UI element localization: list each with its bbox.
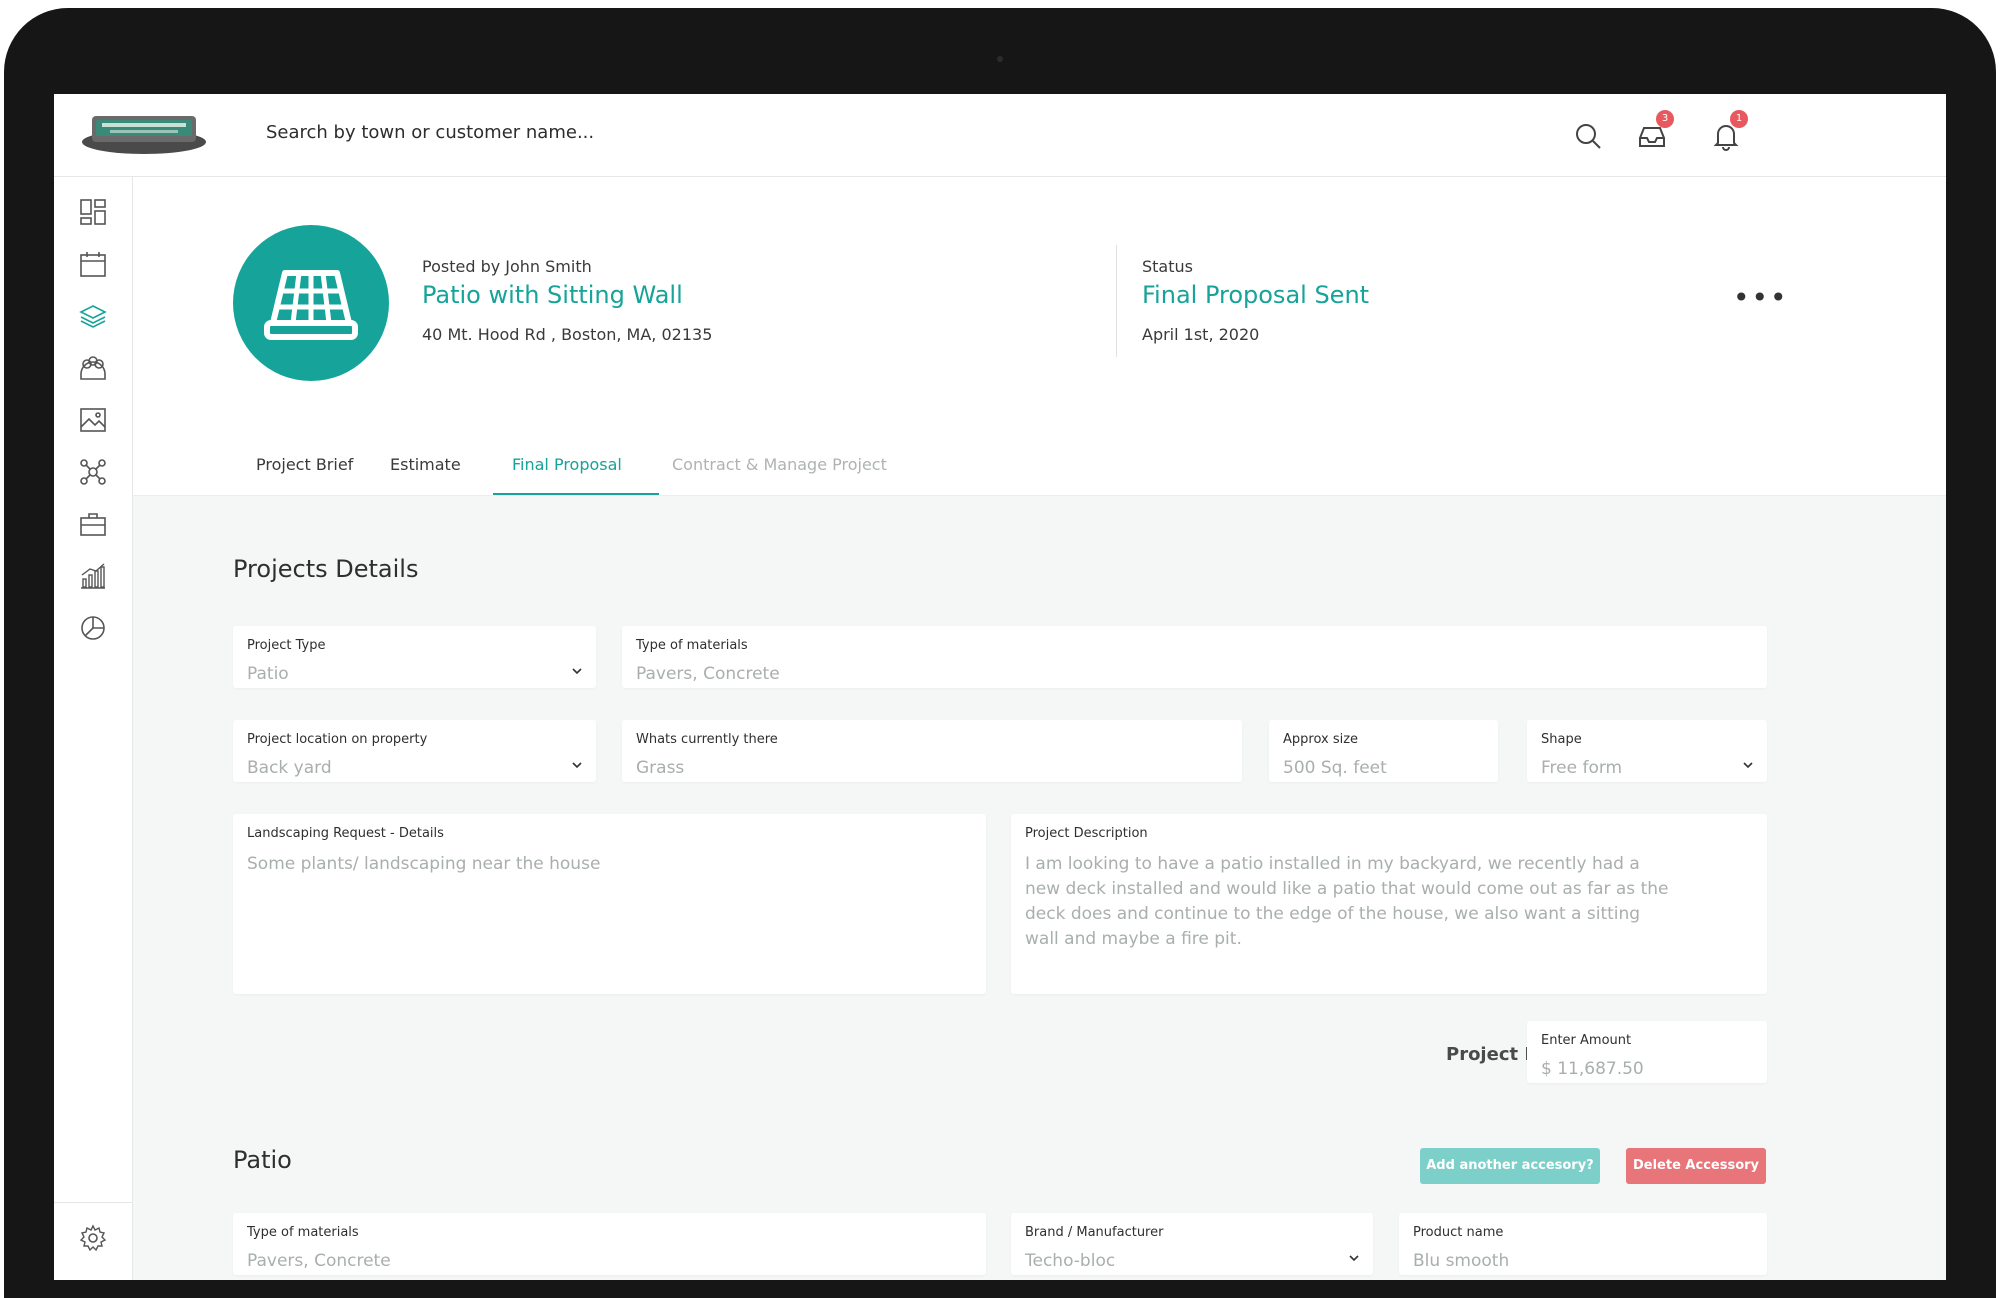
field-label: Type of materials [636, 638, 748, 653]
chevron-down-icon [572, 762, 582, 769]
field-value: I am looking to have a patio installed i… [1025, 854, 1669, 949]
status-label: Status [1142, 257, 1193, 276]
network-icon[interactable] [78, 457, 108, 487]
project-title: Patio with Sitting Wall [422, 281, 683, 309]
field-value: $ 11,687.50 [1541, 1059, 1644, 1079]
gallery-icon[interactable] [78, 405, 108, 435]
team-icon[interactable] [78, 353, 108, 383]
field-label: Shape [1541, 732, 1582, 747]
delete-accessory-button[interactable]: Delete Accessory [1626, 1148, 1766, 1184]
inbox-icon[interactable]: 3 [1634, 110, 1674, 154]
project-header: Posted by John Smith Patio with Sitting … [133, 177, 1946, 437]
field-value: Back yard [247, 758, 332, 778]
calendar-icon[interactable] [78, 249, 108, 279]
field-label: Brand / Manufacturer [1025, 1225, 1164, 1240]
chevron-down-icon [572, 668, 582, 675]
field-value: Techo-bloc [1025, 1251, 1116, 1271]
field-value: Grass [636, 758, 685, 778]
materials-field[interactable]: Type of materials Pavers, Concrete [622, 626, 1767, 688]
landscaping-request-textarea[interactable]: Landscaping Request - Details Some plant… [233, 814, 986, 994]
field-value: Some plants/ landscaping near the house [247, 854, 601, 874]
briefcase-icon[interactable] [78, 509, 108, 539]
status-value: Final Proposal Sent [1142, 281, 1370, 309]
notification-badge: 1 [1730, 110, 1748, 128]
field-value: Pavers, Concrete [636, 664, 780, 684]
main-content: Posted by John Smith Patio with Sitting … [133, 177, 1946, 1280]
field-label: Product name [1413, 1225, 1504, 1240]
active-tab-indicator [493, 493, 659, 495]
sidebar-divider [54, 1202, 132, 1203]
tab-estimate[interactable]: Estimate [390, 455, 461, 474]
brand-select[interactable]: Brand / Manufacturer Techo-bloc [1011, 1213, 1373, 1275]
amount-input[interactable]: Enter Amount $ 11,687.50 [1527, 1021, 1767, 1083]
field-value: Blu smooth [1413, 1251, 1510, 1271]
project-type-select[interactable]: Project Type Patio [233, 626, 596, 688]
app-screen: Search by town or customer name... 3 1 P… [54, 94, 1946, 1280]
product-name-field[interactable]: Product name Blu smooth [1399, 1213, 1767, 1275]
tab-bar: Project Brief Estimate Final Proposal Co… [133, 437, 1946, 496]
posted-by: Posted by John Smith [422, 257, 592, 276]
tab-project-brief[interactable]: Project Brief [256, 455, 353, 474]
more-options-icon[interactable]: ••• [1733, 284, 1789, 312]
field-value: 500 Sq. feet [1283, 758, 1387, 778]
field-label: Landscaping Request - Details [247, 826, 444, 841]
location-select[interactable]: Project location on property Back yard [233, 720, 596, 782]
add-accessory-button[interactable]: Add another accesory? [1420, 1148, 1600, 1184]
field-label: Project location on property [247, 732, 428, 747]
search-icon[interactable] [1570, 118, 1606, 154]
field-label: Approx size [1283, 732, 1359, 747]
current-state-field[interactable]: Whats currently there Grass [622, 720, 1242, 782]
settings-icon[interactable] [78, 1223, 108, 1253]
field-label: Whats currently there [636, 732, 778, 747]
layers-icon[interactable] [78, 301, 108, 331]
dashboard-icon[interactable] [78, 197, 108, 227]
top-bar: Search by town or customer name... 3 1 [54, 94, 1946, 177]
field-label: Enter Amount [1541, 1033, 1632, 1048]
shape-select[interactable]: Shape Free form [1527, 720, 1767, 782]
company-logo[interactable] [80, 108, 208, 158]
section-title-patio: Patio [233, 1146, 292, 1174]
sidebar [54, 177, 133, 1280]
bell-icon[interactable]: 1 [1708, 110, 1748, 154]
field-label: Project Type [247, 638, 326, 653]
field-label: Project Description [1025, 826, 1148, 841]
analytics-icon[interactable] [78, 561, 108, 591]
field-value: Patio [247, 664, 289, 684]
field-value: Pavers, Concrete [247, 1251, 391, 1271]
status-date: April 1st, 2020 [1142, 325, 1260, 344]
approx-size-field[interactable]: Approx size 500 Sq. feet [1269, 720, 1498, 782]
chevron-down-icon [1743, 762, 1753, 769]
tab-final-proposal[interactable]: Final Proposal [512, 455, 622, 474]
project-avatar [233, 225, 389, 381]
project-address: 40 Mt. Hood Rd , Boston, MA, 02135 [422, 325, 713, 344]
project-description-textarea[interactable]: Project Description I am looking to have… [1011, 814, 1767, 994]
header-divider [1116, 245, 1117, 357]
search-input[interactable]: Search by town or customer name... [266, 122, 594, 143]
field-label: Type of materials [247, 1225, 359, 1240]
pie-chart-icon[interactable] [78, 613, 108, 643]
chevron-down-icon [1349, 1255, 1359, 1262]
section-title-details: Projects Details [233, 555, 419, 583]
tab-contract-manage[interactable]: Contract & Manage Project [672, 455, 887, 474]
patio-materials-field[interactable]: Type of materials Pavers, Concrete [233, 1213, 986, 1275]
inbox-badge: 3 [1656, 110, 1674, 128]
field-value: Free form [1541, 758, 1623, 778]
patio-icon [264, 270, 358, 340]
webcam [997, 56, 1003, 62]
